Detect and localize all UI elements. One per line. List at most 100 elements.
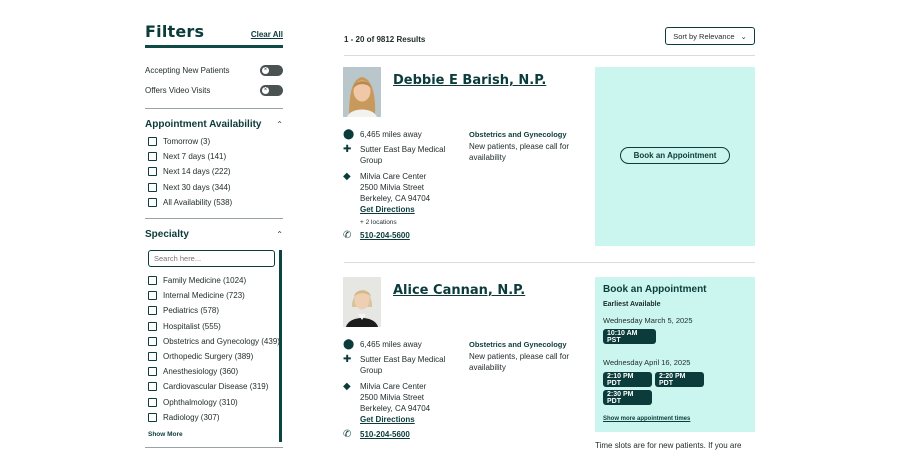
checkbox[interactable] — [148, 182, 157, 192]
specialty-option[interactable]: Pediatrics (578) — [145, 303, 283, 318]
option-label: Obstetrics and Gynecology (439) — [163, 336, 280, 346]
specialty-option[interactable]: Obstetrics and Gynecology (439) — [145, 334, 283, 349]
specialty-section-header[interactable]: Specialty ⌃ — [145, 217, 283, 244]
medical-bag-icon: ✚ — [343, 354, 352, 366]
checkbox[interactable] — [148, 412, 157, 422]
specialty-option[interactable]: Hospitalist (555) — [145, 319, 283, 334]
checkbox[interactable] — [148, 306, 157, 316]
phone-icon: ✆ — [343, 429, 352, 441]
distance-row: ⬤ 6,465 miles away — [343, 339, 468, 350]
distance-text: 6,465 miles away — [360, 130, 422, 139]
checkbox[interactable] — [148, 291, 157, 301]
street-address: 2500 Milvia Street — [360, 392, 425, 402]
availability-section-header[interactable]: Appointment Availability ⌃ — [145, 108, 283, 134]
availability-option[interactable]: Next 7 days (141) — [145, 149, 283, 164]
directions-icon: ◆ — [343, 380, 351, 392]
more-locations-link[interactable]: + 2 locations — [360, 219, 468, 226]
toggle-switch[interactable]: × — [260, 84, 283, 96]
provider-photo-image — [343, 67, 381, 117]
checkbox[interactable] — [148, 397, 157, 407]
availability-option[interactable]: Tomorrow (3) — [145, 134, 283, 149]
provider-photo[interactable] — [343, 67, 381, 117]
phone-row: ✆ 510-204-5600 — [343, 230, 468, 241]
close-icon: × — [262, 66, 269, 74]
time-slot-button[interactable]: 2:10 PM PDT — [603, 372, 652, 387]
medical-bag-icon: ✚ — [343, 144, 352, 156]
distance-row: ⬤ 6,465 miles away — [343, 129, 468, 140]
time-slot-button[interactable]: 10:10 AM PST — [603, 329, 656, 344]
option-label: Family Medicine (1024) — [163, 276, 247, 286]
address-row: ◆ Milvia Care Center 2500 Milvia Street … — [343, 171, 468, 216]
show-more-times-link[interactable]: Show more appointment times — [603, 416, 690, 422]
provider-name-link[interactable]: Alice Cannan, N.P. — [393, 283, 525, 298]
clear-all-link[interactable]: Clear All — [251, 30, 283, 39]
specialty-option[interactable]: Ophthalmology (310) — [145, 394, 283, 409]
specialty-title: Obstetrics and Gynecology — [469, 130, 567, 139]
provider-info: ⬤ 6,465 miles away ✚ Sutter East Bay Medic… — [343, 339, 468, 445]
time-slot-button[interactable]: 2:30 PM PDT — [603, 390, 652, 405]
chevron-up-icon[interactable]: ⌃ — [276, 230, 283, 239]
provider-photo[interactable] — [343, 277, 381, 327]
get-directions-link[interactable]: Get Directions — [360, 415, 415, 424]
option-label: Radiology (307) — [163, 412, 220, 422]
availability-note: New patients, please call for availabili… — [469, 351, 570, 373]
option-label: Cardiovascular Disease (319) — [163, 382, 269, 392]
provider-card: Debbie E Barish, N.P. ⬤ 6,465 miles away … — [343, 67, 755, 247]
location-pin-icon: ⬤ — [343, 339, 355, 350]
provider-card: Alice Cannan, N.P. ⬤ 6,465 miles away ✚ Su… — [343, 277, 755, 452]
specialty-option[interactable]: Internal Medicine (723) — [145, 288, 283, 303]
provider-name-link[interactable]: Debbie E Barish, N.P. — [393, 73, 546, 88]
checkbox[interactable] — [148, 137, 157, 147]
availability-option[interactable]: All Availability (538) — [145, 195, 283, 210]
close-icon: × — [262, 86, 269, 94]
sort-label: Sort by Relevance — [673, 31, 735, 41]
specialty-option[interactable]: Anesthesiology (360) — [145, 364, 283, 379]
checkbox[interactable] — [148, 197, 157, 207]
show-more-link[interactable]: Show More — [148, 431, 283, 438]
toggle-accepting-new-patients[interactable]: Accepting New Patients × — [145, 60, 283, 80]
checkbox[interactable] — [148, 276, 157, 286]
availability-option[interactable]: Next 14 days (222) — [145, 164, 283, 179]
toggle-switch[interactable]: × — [260, 64, 283, 76]
option-label: Orthopedic Surgery (389) — [163, 351, 254, 361]
appointment-date: Wednesday April 16, 2025 — [603, 358, 691, 367]
specialty-search-input[interactable] — [148, 249, 275, 267]
earliest-available-label: Earliest Available — [603, 301, 661, 308]
specialty-option[interactable]: Family Medicine (1024) — [145, 273, 283, 288]
phone-link[interactable]: 510-204-5600 — [360, 230, 410, 241]
address-block: Milvia Care Center 2500 Milvia Street Be… — [360, 171, 430, 216]
option-label: Pediatrics (578) — [163, 306, 220, 316]
sort-dropdown[interactable]: Sort by Relevance ⌄ — [665, 27, 755, 45]
checkbox[interactable] — [148, 382, 157, 392]
filters-header: Filters Clear All — [145, 22, 283, 48]
group-row: ✚ Sutter East Bay Medical Group — [343, 354, 468, 376]
address-row: ◆ Milvia Care Center 2500 Milvia Street … — [343, 381, 468, 426]
chevron-up-icon[interactable]: ⌃ — [276, 120, 283, 129]
availability-option[interactable]: Next 30 days (344) — [145, 180, 283, 195]
city-address: Berkeley, CA 94704 — [360, 194, 431, 204]
checkbox[interactable] — [148, 321, 157, 331]
group-text: Sutter East Bay Medical Group — [360, 355, 446, 376]
booking-panel: Book an Appointment — [595, 67, 755, 246]
specialty-option[interactable]: Cardiovascular Disease (319) — [145, 379, 283, 394]
specialty-list: Family Medicine (1024) Internal Medicine… — [145, 249, 283, 442]
book-appointment-button[interactable]: Book an Appointment — [620, 147, 730, 164]
scrollbar[interactable] — [279, 249, 282, 442]
divider — [344, 262, 755, 263]
get-directions-link[interactable]: Get Directions — [360, 205, 415, 214]
distance-text: 6,465 miles away — [360, 340, 422, 349]
checkbox[interactable] — [148, 167, 157, 177]
specialty-option[interactable]: Radiology (307) — [145, 410, 283, 425]
checkbox[interactable] — [148, 367, 157, 377]
checkbox[interactable] — [148, 336, 157, 346]
provider-specialty: Obstetrics and Gynecology New patients, … — [469, 129, 579, 164]
checkbox[interactable] — [148, 152, 157, 162]
availability-title: Appointment Availability — [145, 119, 262, 130]
option-label: Ophthalmology (310) — [163, 397, 238, 407]
phone-link[interactable]: 510-204-5600 — [360, 429, 410, 440]
filters-title: Filters — [145, 22, 205, 41]
toggle-video-visits[interactable]: Offers Video Visits × — [145, 80, 283, 100]
time-slot-button[interactable]: 2:20 PM PDT — [655, 372, 704, 387]
checkbox[interactable] — [148, 351, 157, 361]
specialty-option[interactable]: Orthopedic Surgery (389) — [145, 349, 283, 364]
